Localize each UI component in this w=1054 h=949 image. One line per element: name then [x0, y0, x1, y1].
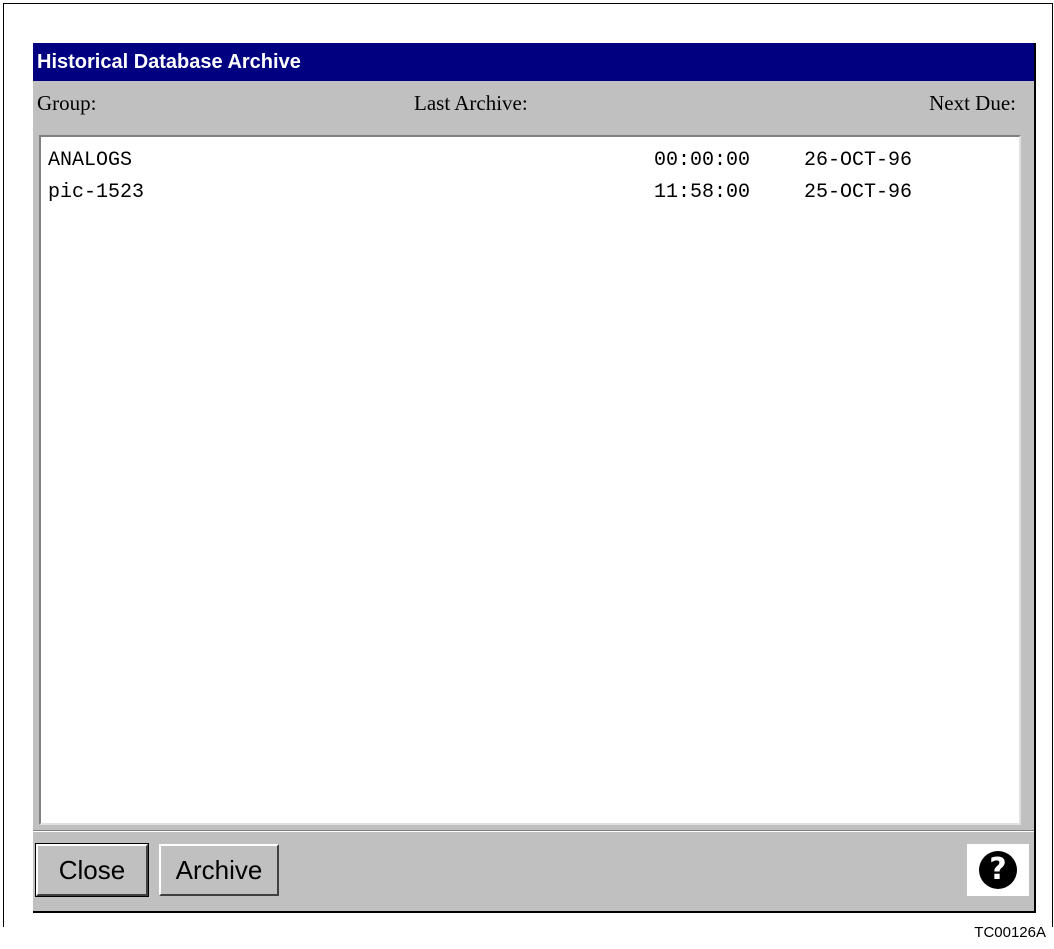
group-name: pic-1523 [48, 181, 145, 204]
archive-date: 25-OCT-96 [804, 181, 913, 204]
figure-id: TC00126A [974, 924, 1046, 941]
help-button[interactable]: ? [967, 844, 1029, 896]
archive-time: 11:58:00 [654, 181, 751, 204]
help-icon: ? [979, 851, 1017, 889]
archive-dialog: Historical Database Archive Group: Last … [33, 43, 1036, 913]
close-button[interactable]: Close [35, 843, 149, 897]
archive-group-list[interactable]: ANALOGS 00:00:00 26-OCT-96 pic-1523 11:5… [39, 135, 1021, 825]
list-item[interactable]: ANALOGS 00:00:00 26-OCT-96 [41, 149, 1019, 181]
list-item[interactable]: pic-1523 11:58:00 25-OCT-96 [41, 181, 1019, 213]
header-next-due: Next Due: [929, 91, 1016, 115]
window-title: Historical Database Archive [33, 43, 1034, 81]
archive-date: 26-OCT-96 [804, 149, 913, 172]
column-headers: Group: Last Archive: Next Due: [33, 81, 1034, 127]
group-name: ANALOGS [48, 149, 133, 172]
divider [33, 830, 1034, 832]
header-group: Group: [37, 91, 97, 115]
header-last-archive: Last Archive: [414, 91, 528, 115]
archive-button[interactable]: Archive [159, 844, 279, 896]
archive-time: 00:00:00 [654, 149, 751, 172]
